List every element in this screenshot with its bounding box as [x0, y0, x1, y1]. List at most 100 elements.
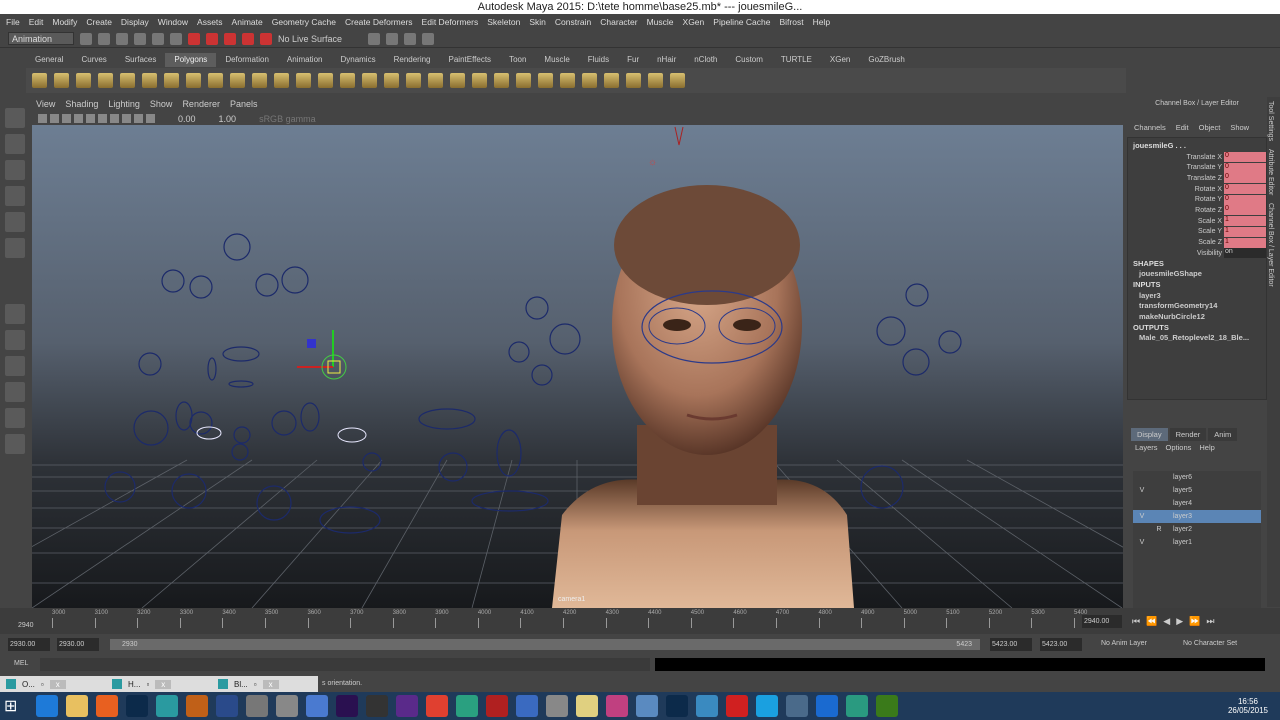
layer-name[interactable]: layer4 [1167, 500, 1192, 507]
layer-visibility-toggle[interactable]: V [1133, 513, 1151, 520]
layer-tab-anim[interactable]: Anim [1208, 428, 1238, 441]
premiere-icon[interactable] [396, 695, 418, 717]
shelf-tab-gozbrush[interactable]: GoZBrush [859, 53, 913, 67]
shelf-tab-custom[interactable]: Custom [726, 53, 772, 67]
start-time-field[interactable]: 2930.00 [8, 638, 50, 651]
layout-four-icon[interactable] [5, 330, 25, 350]
sfx-icon[interactable] [246, 695, 268, 717]
wordpad-icon[interactable] [366, 695, 388, 717]
system-clock[interactable]: 16:56 26/05/2015 [1228, 697, 1268, 715]
render-icon[interactable] [386, 32, 399, 45]
shelf-tool-icon[interactable] [54, 73, 69, 88]
shelf-tool-icon[interactable] [494, 73, 509, 88]
object-name[interactable]: jouesmileG . . . [1128, 141, 1266, 152]
snap-point-icon[interactable] [224, 32, 236, 45]
shelf-tool-icon[interactable] [98, 73, 113, 88]
panel-menu-show[interactable]: Show [150, 99, 173, 112]
restore-button[interactable]: ▫ [146, 680, 149, 689]
shelf-tool-icon[interactable] [208, 73, 223, 88]
shelf-tool-icon[interactable] [142, 73, 157, 88]
shelf-tab-ncloth[interactable]: nCloth [685, 53, 726, 67]
layer-row[interactable]: layer6 [1133, 471, 1261, 484]
shelf-tab-painteffects[interactable]: PaintEffects [440, 53, 501, 67]
shelf-tool-icon[interactable] [362, 73, 377, 88]
channel-row[interactable]: Visibility on [1128, 248, 1266, 259]
shelf-tool-icon[interactable] [560, 73, 575, 88]
snap-view-icon[interactable] [242, 32, 254, 45]
menu-create-deformers[interactable]: Create Deformers [345, 17, 413, 27]
shelf-tool-icon[interactable] [186, 73, 201, 88]
panel-menu-view[interactable]: View [36, 99, 55, 112]
end-time-field[interactable]: 5423.00 [1040, 638, 1082, 651]
shelf-tool-icon[interactable] [428, 73, 443, 88]
mudbox-icon[interactable] [456, 695, 478, 717]
layer-row[interactable]: Rlayer2 [1133, 523, 1261, 536]
channel-value[interactable]: 0 [1224, 194, 1266, 205]
layer-tab-display[interactable]: Display [1131, 428, 1168, 441]
channel-value[interactable]: 0 [1224, 184, 1266, 195]
smooth-shade-icon[interactable] [98, 114, 107, 123]
layer-row[interactable]: layer4 [1133, 497, 1261, 510]
layer-menu-layers[interactable]: Layers [1135, 441, 1158, 455]
anim-start-field[interactable]: 2930.00 [57, 638, 99, 651]
paint-select-icon[interactable] [5, 160, 25, 180]
current-frame-field[interactable]: 2940.00 [1082, 615, 1122, 628]
shelf-tab-xgen[interactable]: XGen [821, 53, 859, 67]
xray-icon[interactable] [146, 114, 155, 123]
shelf-tool-icon[interactable] [604, 73, 619, 88]
shelf-tool-icon[interactable] [626, 73, 641, 88]
vertical-tab[interactable]: Channel Box / Layer Editor [1267, 199, 1274, 291]
save-scene-icon[interactable] [116, 32, 128, 45]
shelf-tool-icon[interactable] [516, 73, 531, 88]
layout-graph-icon[interactable] [5, 408, 25, 428]
textured-icon[interactable] [110, 114, 119, 123]
app-red-icon[interactable] [726, 695, 748, 717]
wireframe-icon[interactable] [86, 114, 95, 123]
playback-controls[interactable]: ⏮⏪◀▶⏩⏭ [1132, 616, 1220, 627]
channel-row[interactable]: Translate Z0 [1128, 173, 1266, 184]
photoshop-icon[interactable] [126, 695, 148, 717]
nvidia-icon[interactable] [876, 695, 898, 717]
anim-end-field[interactable]: 5423.00 [990, 638, 1032, 651]
shelf-tab-curves[interactable]: Curves [72, 53, 115, 67]
character-set-select[interactable]: No Character Set [1183, 640, 1237, 647]
menu-modify[interactable]: Modify [52, 17, 77, 27]
layer-name[interactable]: layer1 [1167, 539, 1192, 546]
drive-icon[interactable] [636, 695, 658, 717]
channel-value[interactable]: on [1224, 248, 1266, 259]
layer-name[interactable]: layer2 [1167, 526, 1192, 533]
mode-selector[interactable]: Animation [8, 32, 74, 45]
anim-layer-select[interactable]: No Anim Layer [1101, 640, 1147, 647]
minimized-window[interactable]: H... ▫ x [106, 676, 212, 692]
menu-help[interactable]: Help [813, 17, 830, 27]
restore-button[interactable]: ▫ [41, 680, 44, 689]
channel-row[interactable]: Scale Z1 [1128, 237, 1266, 248]
menu-pipeline-cache[interactable]: Pipeline Cache [713, 17, 770, 27]
shelf-tab-fur[interactable]: Fur [618, 53, 648, 67]
zbrush-icon[interactable] [276, 695, 298, 717]
new-scene-icon[interactable] [80, 32, 92, 45]
input-node[interactable]: layer3 [1128, 291, 1266, 302]
time-slider[interactable]: 2940 3000 3100 3200 3300 3400 3500 3600 3700 380… [0, 608, 1280, 634]
render-settings-icon[interactable] [422, 32, 435, 45]
shelf-tab-rendering[interactable]: Rendering [385, 53, 440, 67]
layer-row[interactable]: Vlayer3 [1133, 510, 1261, 523]
menu-geometry-cache[interactable]: Geometry Cache [272, 17, 336, 27]
layer-menu-help[interactable]: Help [1199, 441, 1214, 455]
channel-row[interactable]: Rotate Z0 [1128, 205, 1266, 216]
live-surface-label[interactable]: No Live Surface [278, 34, 342, 44]
shelf-tool-icon[interactable] [384, 73, 399, 88]
image-plane-icon[interactable] [62, 114, 71, 123]
channel-menu-channels[interactable]: Channels [1134, 123, 1166, 137]
exposure-value[interactable]: 0.00 [178, 114, 196, 124]
layer-name[interactable]: layer6 [1167, 474, 1192, 481]
shelf-tool-icon[interactable] [670, 73, 685, 88]
layout-side-icon[interactable] [5, 356, 25, 376]
layer-tab-render[interactable]: Render [1169, 428, 1207, 441]
folder-icon[interactable] [576, 695, 598, 717]
layer-row[interactable]: Vlayer1 [1133, 536, 1261, 549]
gamma-value[interactable]: 1.00 [219, 114, 237, 124]
shadows-icon[interactable] [134, 114, 143, 123]
panel-menu-panels[interactable]: Panels [230, 99, 258, 112]
explorer-icon[interactable] [66, 695, 88, 717]
